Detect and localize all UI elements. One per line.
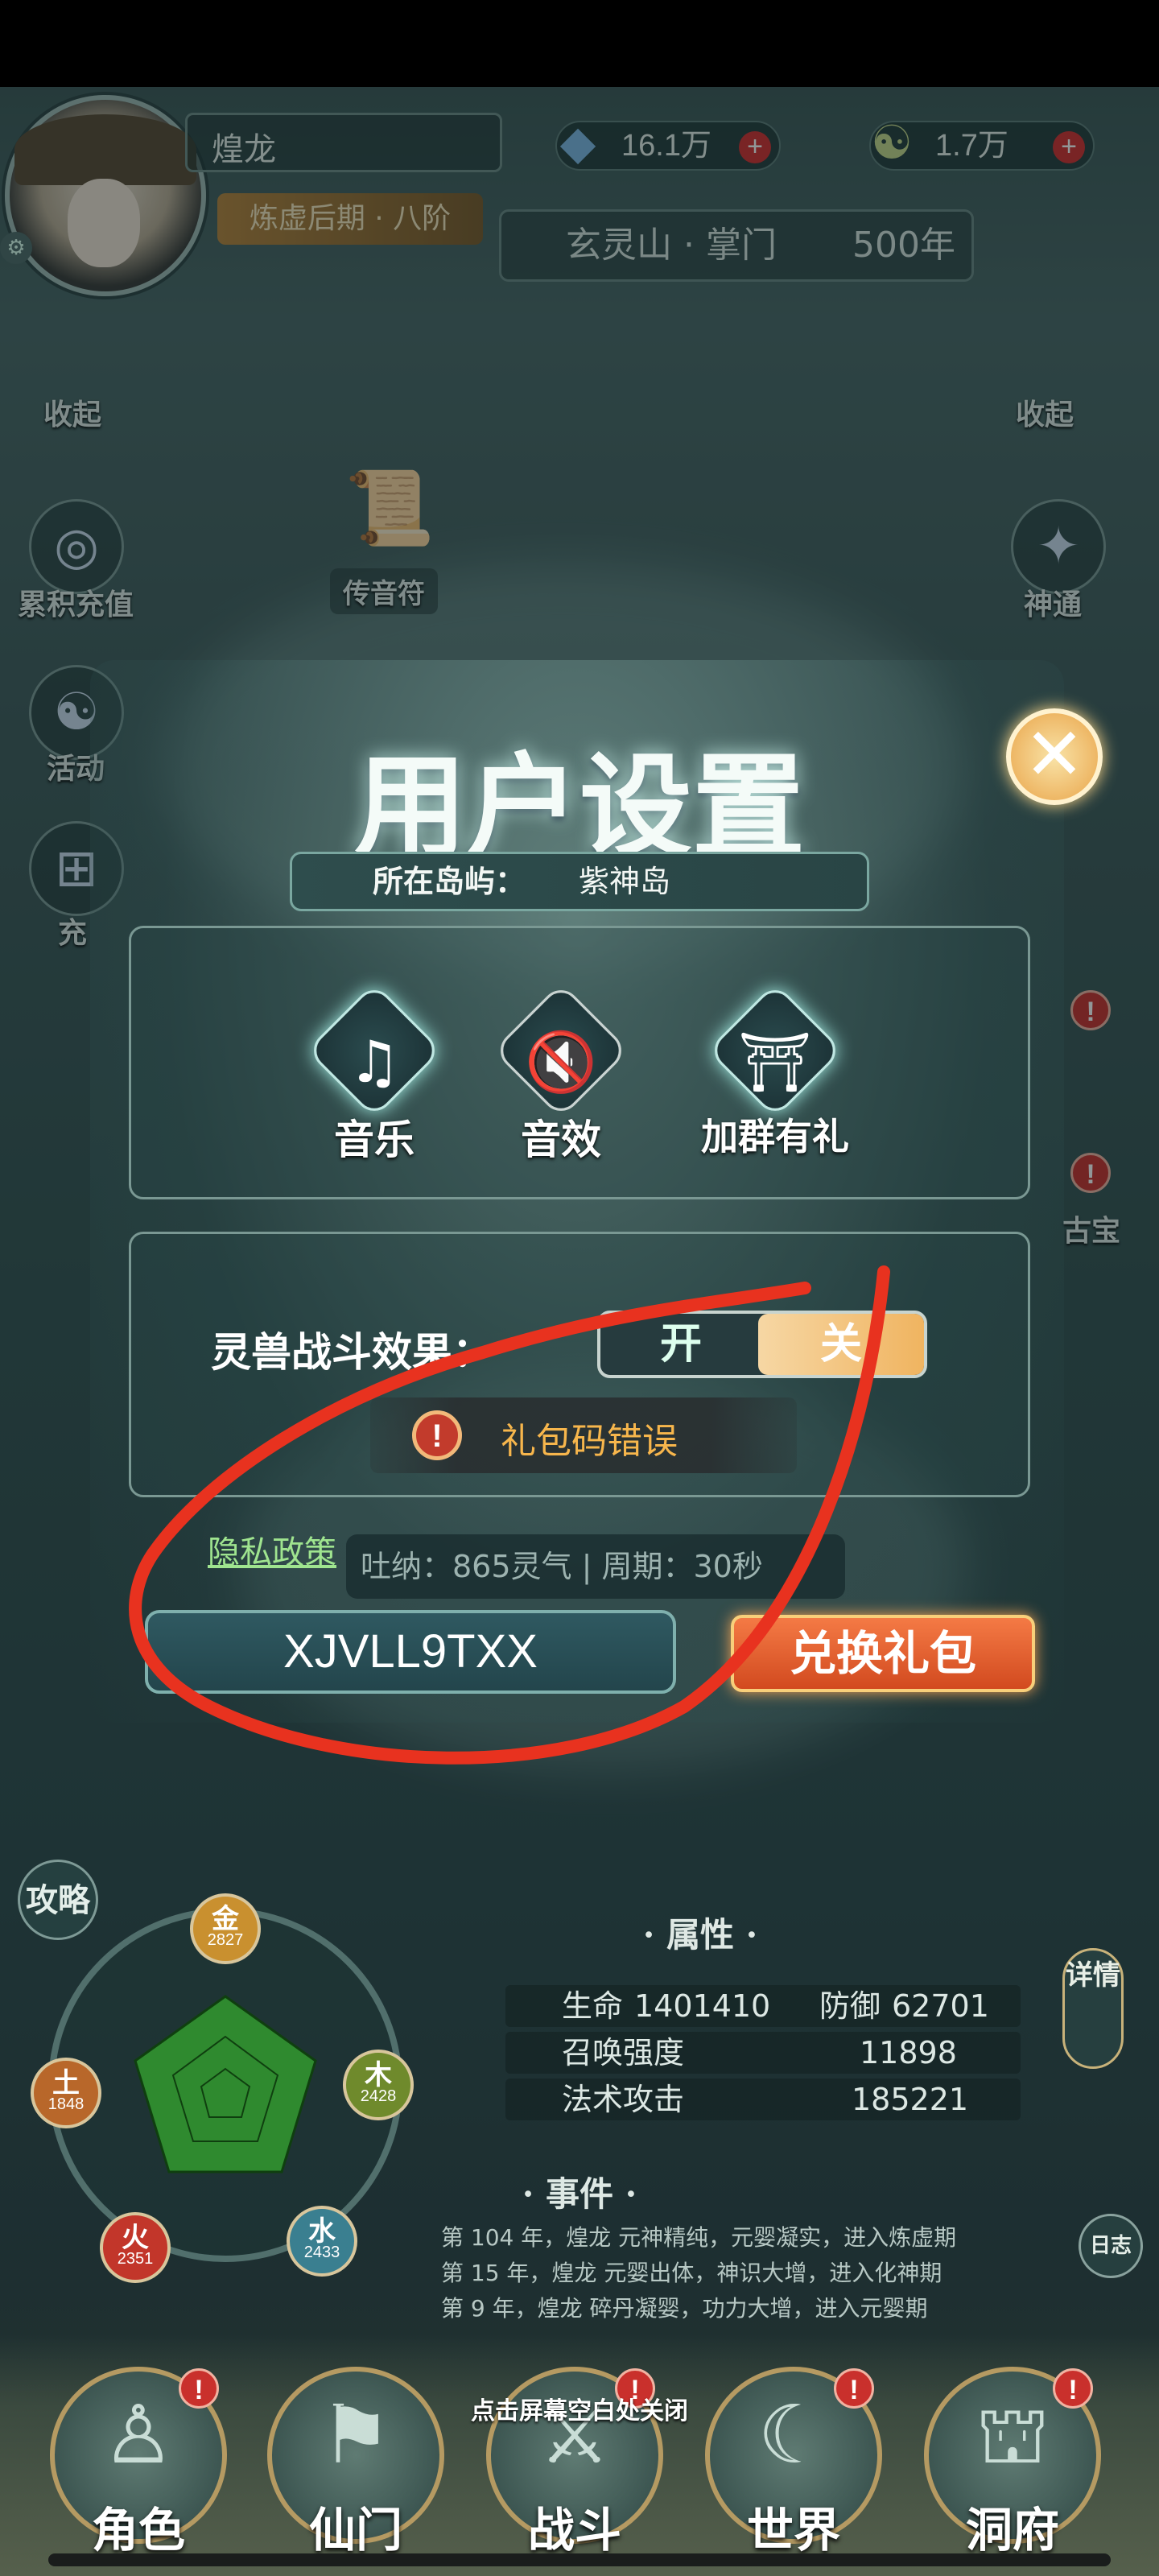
element-metal-value: 2827 <box>207 1931 244 1949</box>
gift-code-input[interactable]: XJVLL9TXX <box>145 1610 676 1694</box>
game-screen: ⚙ 煌龙 炼虚后期 · 八阶 ◆ 16.1万 + ☯ 1.7万 + 玄灵山 · … <box>0 0 1159 2576</box>
music-option[interactable]: ♫ 音乐 <box>306 982 443 1166</box>
element-fire-value: 2351 <box>117 2250 154 2268</box>
music-note-icon: ♫ <box>348 1028 401 1096</box>
error-message: 礼包码错误 <box>501 1421 678 1462</box>
privacy-policy-link[interactable]: 隐私政策 <box>208 1526 336 1573</box>
element-earth: 土 1848 <box>31 2058 101 2128</box>
attr-row-spell: 法术攻击 185221 <box>505 2079 1021 2120</box>
island-info: 所在岛屿： 紫神岛 <box>290 852 869 911</box>
beast-effect-label: 灵兽战斗效果： <box>211 1328 493 1376</box>
element-wood: 木 2428 <box>343 2050 414 2120</box>
pavilion-icon: ⛩ <box>738 1028 812 1096</box>
nav-world-label: 世界 <box>746 2503 840 2557</box>
five-elements-pentagon <box>134 1995 317 2174</box>
nav-cave-label: 洞府 <box>965 2503 1059 2557</box>
sound-effect-option[interactable]: 🔇 音效 <box>493 982 629 1166</box>
hp-label: 生命 <box>562 1988 624 2024</box>
summon-label: 召唤强度 <box>562 2035 685 2070</box>
attr-row-hp-def: 生命 1401410 防御 62701 <box>505 1985 1021 2027</box>
detail-button[interactable]: 详情 <box>1062 1948 1124 2069</box>
element-fire-name: 火 <box>122 2222 149 2254</box>
spell-value: 185221 <box>852 2082 969 2117</box>
island-value: 紫神岛 <box>579 864 671 899</box>
home-indicator[interactable] <box>48 2553 1111 2566</box>
event-item: 第 104 年，煌龙 元神精纯，元婴凝实，进入炼虚期 <box>441 2224 957 2251</box>
spell-label: 法术攻击 <box>562 2082 685 2117</box>
hp-value: 1401410 <box>634 1988 771 2024</box>
beast-effect-toggle[interactable]: 开 关 <box>597 1311 927 1378</box>
element-water-value: 2433 <box>303 2244 340 2261</box>
error-toast: ! 礼包码错误 <box>370 1397 797 1473</box>
guide-button[interactable]: 攻略 <box>18 1860 98 1940</box>
element-wood-value: 2428 <box>360 2087 397 2105</box>
nav-sect-label: 仙门 <box>308 2503 402 2557</box>
warning-icon: ! <box>412 1410 462 1460</box>
attributes-title: · 属性 · <box>642 1915 758 1955</box>
events-title: · 事件 · <box>522 2174 637 2214</box>
toggle-on[interactable]: 开 <box>600 1314 761 1375</box>
element-wood-name: 木 <box>365 2059 392 2091</box>
element-earth-name: 土 <box>52 2067 80 2099</box>
nav-battle-label: 战斗 <box>527 2503 621 2557</box>
event-item: 第 9 年，煌龙 碎丹凝婴，功力大增，进入元婴期 <box>441 2295 928 2322</box>
element-water: 水 2433 <box>287 2206 357 2277</box>
island-label: 所在岛屿： <box>373 863 526 899</box>
element-fire: 火 2351 <box>100 2212 171 2283</box>
redeem-gift-button[interactable]: 兑换礼包 <box>731 1615 1035 1692</box>
join-group-option[interactable]: ⛩ 加群有礼 <box>699 982 852 1161</box>
log-button[interactable]: 日志 <box>1079 2214 1143 2278</box>
sound-muted-icon: 🔇 <box>525 1028 597 1096</box>
summon-value: 11898 <box>860 2035 957 2070</box>
breathing-info: 吐纳：865灵气 | 周期：30秒 <box>346 1534 845 1599</box>
element-metal-name: 金 <box>212 1903 239 1935</box>
attr-row-summon: 召唤强度 11898 <box>505 2032 1021 2074</box>
def-value: 62701 <box>892 1988 989 2024</box>
element-water-name: 水 <box>308 2215 336 2248</box>
toggle-off[interactable]: 关 <box>758 1314 924 1375</box>
def-label: 防御 <box>819 1988 881 2024</box>
close-hint: 点击屏幕空白处关闭 <box>471 2397 688 2425</box>
nav-character-label: 角色 <box>91 2503 185 2557</box>
event-item: 第 15 年，煌龙 元婴出体，神识大增，进入化神期 <box>441 2260 942 2286</box>
element-metal: 金 2827 <box>190 1893 261 1964</box>
close-icon[interactable]: ✕ <box>1006 708 1103 805</box>
element-earth-value: 1848 <box>47 2095 85 2113</box>
